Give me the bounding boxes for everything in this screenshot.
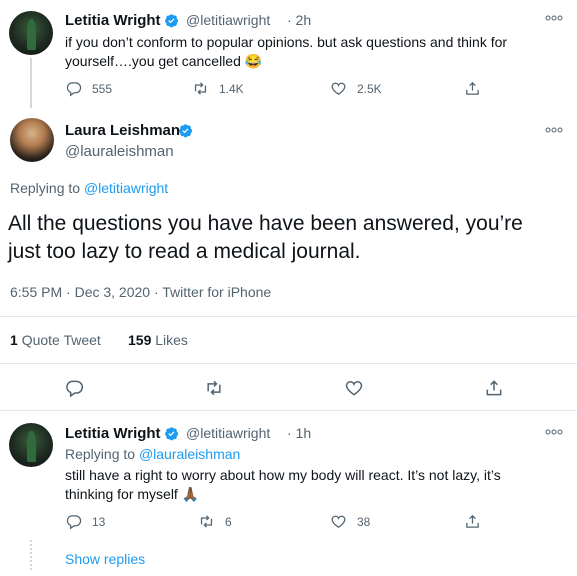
reply-count: 13	[92, 514, 106, 529]
like-button[interactable]: 2.5K	[330, 80, 382, 97]
reply-button[interactable]: 13	[65, 513, 105, 530]
retweet-icon[interactable]	[204, 378, 224, 398]
like-count: 2.5K	[357, 81, 382, 96]
reply-count: 555	[92, 81, 113, 96]
tweet-text: if you don’t conform to popular opinions…	[65, 33, 565, 71]
likes-count: 159	[128, 332, 152, 348]
reply-icon	[66, 82, 82, 97]
retweet-button[interactable]: 1.4K	[192, 80, 244, 97]
replying-to-prefix: Replying to	[65, 446, 136, 462]
verified-badge-icon	[179, 124, 193, 138]
verified-badge-icon	[165, 14, 179, 28]
divider	[0, 316, 577, 317]
show-replies-link[interactable]: Show replies	[65, 551, 145, 567]
quote-count: 1	[10, 332, 18, 348]
author-handle[interactable]: @letitiawright	[186, 425, 270, 441]
reply-button[interactable]: 555	[65, 80, 112, 97]
tweet-text-line: thinking for myself 🙏🏾	[65, 486, 200, 502]
verified-badge-icon	[165, 427, 179, 441]
reply-icon	[66, 515, 82, 530]
like-icon	[331, 515, 346, 528]
divider	[0, 410, 577, 411]
tweet-time[interactable]: · 1h	[287, 425, 311, 441]
more-icon[interactable]	[545, 428, 563, 436]
tweet-text: still have a right to worry about how my…	[65, 466, 565, 504]
quote-tweets-link[interactable]: 1 Quote Tweet	[10, 332, 101, 348]
share-icon[interactable]	[464, 80, 481, 97]
retweet-count: 1.4K	[219, 81, 244, 96]
quote-label: Quote Tweet	[21, 332, 101, 348]
tweet-text-line: All the questions you have have been ans…	[8, 212, 523, 235]
replying-to-handle[interactable]: @letitiawright	[84, 180, 168, 196]
replying-to: Replying to @letitiawright	[10, 180, 168, 196]
share-icon[interactable]	[464, 513, 481, 530]
author-name[interactable]: Laura Leishman	[65, 122, 180, 139]
like-icon[interactable]	[344, 378, 364, 398]
more-icon[interactable]	[545, 126, 563, 134]
tweet-text-line: just too lazy to read a medical journal.	[8, 240, 361, 263]
tweet-time[interactable]: · 2h	[287, 12, 311, 28]
tweet-meta[interactable]: 6:55 PM · Dec 3, 2020 · Twitter for iPho…	[10, 284, 271, 300]
tweet-text-line: yourself….you get cancelled 😂	[65, 53, 263, 69]
reply-icon[interactable]	[64, 378, 84, 398]
replying-to-prefix: Replying to	[10, 180, 81, 196]
author-name[interactable]: Letitia Wright	[65, 12, 161, 29]
main-tweet-text: All the questions you have have been ans…	[8, 210, 573, 266]
author-handle[interactable]: @letitiawright	[186, 12, 270, 28]
avatar-letitia[interactable]	[9, 423, 53, 467]
like-icon	[331, 82, 346, 95]
tweet-text-line: still have a right to worry about how my…	[65, 467, 501, 483]
thread-line	[30, 58, 32, 108]
divider	[0, 363, 577, 364]
retweet-count: 6	[225, 514, 232, 529]
more-icon[interactable]	[545, 14, 563, 22]
like-button[interactable]: 38	[330, 513, 370, 530]
like-count: 38	[357, 514, 371, 529]
thread-dotted-line	[30, 540, 32, 570]
retweet-button[interactable]: 6	[198, 513, 232, 530]
replying-to-handle[interactable]: @lauraleishman	[139, 446, 240, 462]
avatar-laura[interactable]	[10, 118, 54, 162]
tweet-text-line: if you don’t conform to popular opinions…	[65, 34, 508, 50]
author-handle[interactable]: @lauraleishman	[65, 143, 174, 160]
share-icon[interactable]	[484, 378, 504, 398]
author-name[interactable]: Letitia Wright	[65, 425, 161, 442]
likes-link[interactable]: 159 Likes	[128, 332, 188, 348]
replying-to: Replying to @lauraleishman	[65, 446, 240, 462]
retweet-icon	[194, 82, 207, 95]
avatar-letitia[interactable]	[9, 11, 53, 55]
likes-label: Likes	[155, 332, 188, 348]
retweet-icon	[200, 515, 213, 528]
